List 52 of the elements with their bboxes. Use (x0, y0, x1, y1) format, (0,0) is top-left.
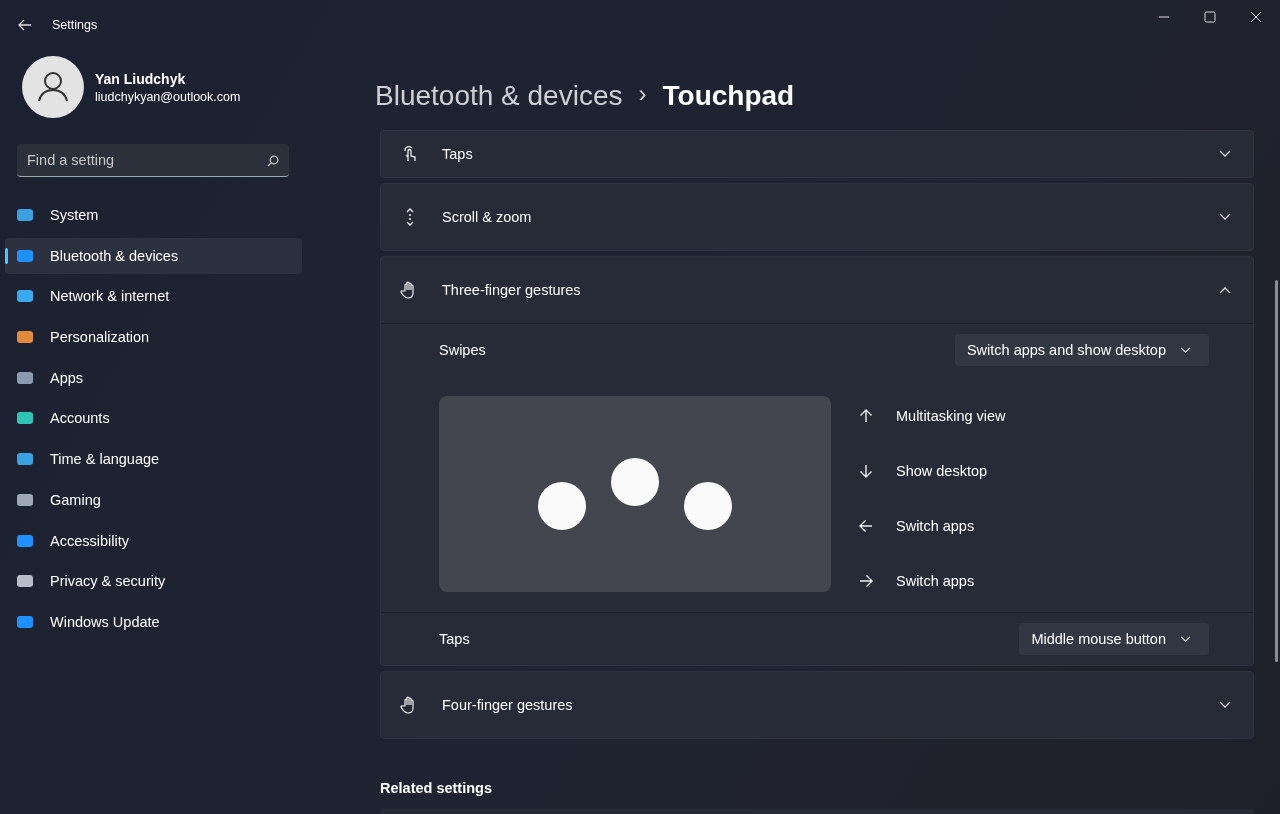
swipes-dropdown[interactable]: Switch apps and show desktop (954, 334, 1209, 366)
sidebar-item[interactable]: Network & internet (5, 278, 302, 315)
search-icon (267, 155, 279, 167)
section-title: Four-finger gestures (442, 697, 574, 713)
close-icon[interactable] (1250, 11, 1262, 23)
back-arrow-icon[interactable] (18, 19, 32, 31)
expander-header[interactable]: Three-finger gestures (381, 257, 1253, 323)
sidebar-item[interactable]: Gaming (5, 481, 302, 518)
gesture-action: Switch apps (896, 573, 975, 589)
sidebar-item[interactable]: Windows Update (5, 603, 302, 640)
chevron-icon (1219, 286, 1231, 294)
setting-label: Swipes (439, 342, 486, 358)
section-title: Three-finger gestures (442, 282, 582, 298)
expander-header[interactable]: Scroll & zoom (381, 184, 1253, 250)
window-title: Settings (52, 18, 98, 32)
sidebar-item[interactable]: Accessibility (5, 522, 302, 559)
scrollbar[interactable] (1275, 280, 1278, 662)
section-heading: Related settings (380, 780, 493, 796)
sidebar-item[interactable]: Privacy & security (5, 563, 302, 600)
sidebar-item[interactable]: Apps (5, 359, 302, 396)
gesture-action: Multitasking view (896, 408, 1006, 424)
section-title: Taps (442, 146, 474, 162)
breadcrumb-parent[interactable]: Bluetooth & devices (375, 80, 623, 112)
chevron-icon (1219, 150, 1231, 158)
page-title: Touchpad (662, 80, 795, 112)
sidebar-item[interactable]: Time & language (5, 441, 302, 478)
chevron-icon (1180, 346, 1191, 354)
user-email: liudchykyan@outlook.com (95, 89, 241, 104)
search-field[interactable]: Find a setting (17, 144, 289, 177)
gesture-action: Show desktop (896, 463, 988, 479)
arrow-icon (859, 574, 873, 588)
user-name: Yan Liudchyk (95, 70, 187, 87)
sidebar-item[interactable]: System (5, 197, 302, 233)
expander-header[interactable]: Taps (381, 131, 1253, 177)
breadcrumb-separator: › (638, 80, 647, 108)
sidebar-item[interactable]: Accounts (5, 400, 302, 437)
arrow-icon (859, 519, 873, 533)
chevron-icon (1219, 701, 1231, 709)
chevron-icon (1219, 213, 1231, 221)
setting-label: Taps (439, 631, 470, 647)
avatar-icon (22, 56, 84, 118)
chevron-icon (1180, 635, 1191, 643)
taps-dropdown[interactable]: Middle mouse button (1019, 623, 1209, 655)
sidebar-item[interactable]: Personalization (5, 319, 302, 356)
arrow-icon (859, 409, 873, 423)
sidebar-item[interactable]: Bluetooth & devices (5, 237, 302, 274)
category-icon (16, 206, 34, 224)
expander-header[interactable]: Four-finger gestures (381, 672, 1253, 738)
arrow-icon (859, 464, 873, 478)
maximize-icon[interactable] (1204, 11, 1216, 23)
section-title: Scroll & zoom (442, 209, 533, 225)
gesture-action: Switch apps (896, 518, 975, 534)
